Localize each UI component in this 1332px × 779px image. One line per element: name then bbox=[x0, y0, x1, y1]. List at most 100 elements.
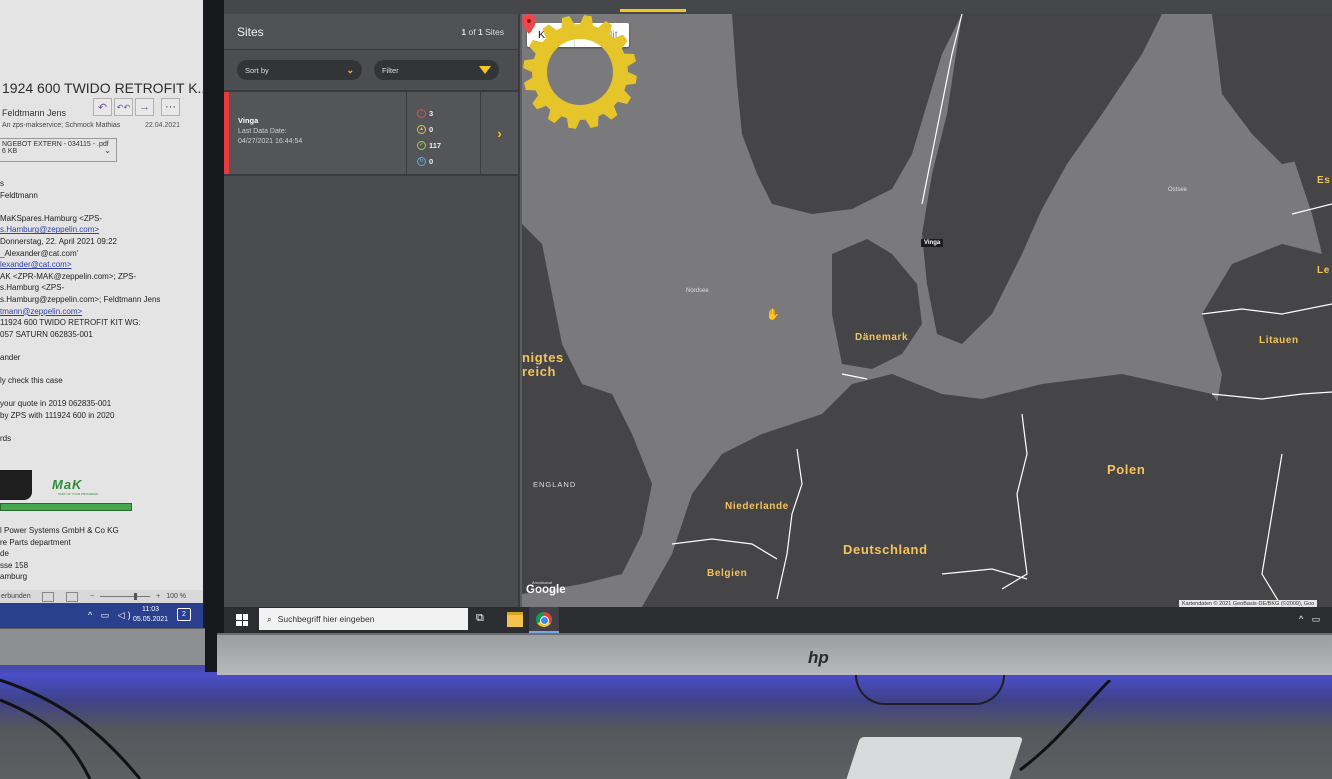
email-body-line: _Alexander@cat.com' bbox=[0, 248, 79, 258]
connection-status: erbunden bbox=[1, 593, 31, 600]
email-body-line: by ZPS with 111924 600 in 2020 bbox=[0, 410, 115, 420]
forward-button[interactable]: → bbox=[135, 98, 154, 116]
email-client-window: 1924 600 TWIDO RETROFIT K... ↶ ↶↶ → ··· … bbox=[0, 0, 203, 628]
more-actions-button[interactable]: ··· bbox=[161, 98, 180, 116]
sites-count-current: 1 bbox=[461, 26, 467, 37]
border-dk-de bbox=[841, 373, 868, 380]
email-body-line bbox=[0, 364, 190, 376]
email-reading-pane: 1924 600 TWIDO RETROFIT K... ↶ ↶↶ → ··· … bbox=[0, 0, 203, 590]
task-view-icon[interactable]: ⧉ bbox=[476, 612, 492, 627]
email-body-line: ly check this case bbox=[0, 376, 63, 386]
normal-view-button[interactable] bbox=[42, 591, 54, 602]
zoom-slider[interactable] bbox=[100, 593, 151, 600]
sites-count-of: of bbox=[468, 26, 476, 37]
sea-label-north-sea: Nordsee bbox=[686, 288, 709, 294]
alarm-icon: ! bbox=[417, 108, 426, 118]
alarm-count: ! 3 bbox=[417, 105, 480, 121]
email-subject: 1924 600 TWIDO RETROFIT K... bbox=[2, 80, 203, 96]
sync-icon: ↻ bbox=[417, 156, 426, 166]
email-body-line: AK <ZPR-MAK@zeppelin.com>; ZPS- bbox=[0, 271, 137, 281]
sites-sidebar: Sites 1 of 1 Sites Sort by ⌄ Filter Ving… bbox=[224, 14, 520, 607]
country-label-netherlands: Niederlande bbox=[725, 501, 789, 512]
site-info: Vinga Last Data Date: 04/27/2021 16:44:5… bbox=[229, 92, 407, 174]
email-body-line bbox=[0, 201, 190, 213]
map-attribution[interactable]: Kartendaten © 2021 GeoBasis-DE/BKG (©200… bbox=[1179, 600, 1318, 607]
mak-tagline: PART OF YOUR PROGRESS bbox=[58, 492, 98, 496]
email-actions: ↶ ↶↶ → ··· bbox=[93, 98, 180, 116]
ok-count: ✓ 117 bbox=[417, 137, 480, 153]
google-logo: Google bbox=[526, 584, 566, 596]
email-body-line bbox=[0, 387, 190, 399]
region-label-england: ENGLAND bbox=[533, 480, 577, 489]
email-body-line: s.Hamburg <ZPS- bbox=[0, 283, 65, 293]
chevron-down-icon[interactable]: ⌄ bbox=[104, 146, 111, 155]
reply-button[interactable]: ↶ bbox=[93, 98, 112, 116]
sites-count: 1 of 1 Sites bbox=[461, 27, 504, 37]
email-body-line[interactable]: tmann@zeppelin.com> bbox=[0, 306, 190, 318]
left-monitor: 1924 600 TWIDO RETROFIT K... ↶ ↶↶ → ··· … bbox=[0, 0, 215, 665]
email-body-line bbox=[0, 421, 190, 433]
loading-gear-icon bbox=[523, 15, 637, 129]
file-explorer-icon[interactable] bbox=[507, 612, 523, 627]
notification-center-button[interactable]: 2 bbox=[177, 608, 191, 621]
zoom-out-button[interactable]: − bbox=[90, 593, 94, 600]
last-data-value: 04/27/2021 16:44:54 bbox=[238, 138, 303, 145]
left-taskbar: ^ ▭ ◁) 11:03 05.05.2021 2 bbox=[0, 603, 203, 628]
signature-line: re Parts department bbox=[0, 537, 71, 547]
email-body: s Feldtmann MaKSpares.Hamburg <ZPS-s.Hambu… bbox=[0, 178, 190, 445]
land-finland bbox=[1212, 14, 1332, 164]
last-data-label: Last Data Date: bbox=[238, 128, 287, 135]
site-list-item[interactable]: Vinga Last Data Date: 04/27/2021 16:44:5… bbox=[224, 92, 518, 176]
sort-by-dropdown[interactable]: Sort by ⌄ bbox=[237, 60, 362, 80]
country-label-estonia: Es bbox=[1317, 175, 1331, 186]
chrome-icon[interactable] bbox=[536, 612, 552, 627]
country-label-belgium: Belgien bbox=[707, 568, 748, 579]
zoom-in-button[interactable]: + bbox=[156, 593, 160, 600]
filter-funnel-icon bbox=[479, 66, 491, 74]
email-date: 22.04.2021 bbox=[145, 122, 181, 129]
search-icon: ⌕ bbox=[267, 613, 272, 624]
email-attachment[interactable]: NGEBOT EXTERN - 034115 - .pdf 6 KB ⌄ bbox=[0, 138, 117, 162]
signature-line: sse 158 bbox=[0, 560, 29, 570]
reading-view-button[interactable] bbox=[66, 591, 78, 602]
active-tab-indicator bbox=[620, 9, 686, 12]
email-status-bar: erbunden − + 100 % bbox=[0, 590, 203, 603]
system-tray-icons[interactable]: ^ ▭ ◁) bbox=[88, 610, 134, 621]
notification-count: 2 bbox=[182, 611, 186, 618]
signature-line: amburg bbox=[0, 572, 28, 582]
country-label-lithuania: Litauen bbox=[1259, 335, 1299, 346]
sites-count-total: 1 bbox=[477, 26, 483, 37]
attachment-size: 6 KB bbox=[2, 148, 18, 155]
reply-all-button[interactable]: ↶↶ bbox=[114, 98, 133, 116]
forward-icon: → bbox=[139, 101, 150, 113]
sites-header: Sites 1 of 1 Sites bbox=[224, 14, 518, 50]
ship-icon bbox=[0, 470, 32, 500]
site-marker-label[interactable]: Vinga bbox=[921, 239, 944, 247]
taskbar-search-box[interactable]: ⌕ Suchbegriff hier eingeben bbox=[259, 608, 468, 630]
system-tray-icons[interactable]: ^ ▭ bbox=[1299, 614, 1323, 625]
mak-logo-bar bbox=[0, 503, 132, 511]
map-view[interactable]: Karte Satellit nigtes reich Dänemark Nie… bbox=[522, 14, 1332, 607]
open-site-button[interactable]: › bbox=[481, 92, 518, 174]
hand-cursor-icon: ✋ bbox=[766, 309, 780, 321]
site-stats: ! 3 ▲ 0 ✓ 117 ↻ 0 bbox=[407, 92, 481, 174]
warning-count-value: 0 bbox=[429, 124, 434, 134]
windows-taskbar: ⌕ Suchbegriff hier eingeben ⧉ ^ ▭ bbox=[224, 607, 1332, 633]
site-monitoring-app: Sites 1 of 1 Sites Sort by ⌄ Filter Ving… bbox=[224, 0, 1332, 607]
windows-start-icon[interactable] bbox=[236, 614, 248, 626]
taskbar-clock[interactable]: 11:03 05.05.2021 bbox=[133, 605, 168, 625]
site-name: Vinga bbox=[238, 116, 259, 125]
signature-line: l Power Systems GmbH & Co KG bbox=[0, 526, 119, 535]
land-norway bbox=[732, 14, 962, 214]
email-body-line[interactable]: lexander@cat.com> bbox=[0, 259, 190, 271]
more-icon: ··· bbox=[165, 101, 176, 113]
email-signature: l Power Systems GmbH & Co KG re Parts dep… bbox=[0, 525, 119, 583]
filter-button[interactable]: Filter bbox=[374, 60, 499, 80]
mak-logo: MaK PART OF YOUR PROGRESS bbox=[0, 470, 132, 514]
email-body-line[interactable]: s.Hamburg@zeppelin.com> bbox=[0, 224, 190, 236]
country-label-latvia: Le bbox=[1317, 265, 1330, 276]
zoom-slider-knob[interactable] bbox=[134, 593, 138, 600]
attachment-name: NGEBOT EXTERN - 034115 - .pdf bbox=[2, 141, 109, 148]
email-body-line: Feldtmann bbox=[0, 190, 38, 200]
warning-icon: ▲ bbox=[417, 124, 426, 134]
